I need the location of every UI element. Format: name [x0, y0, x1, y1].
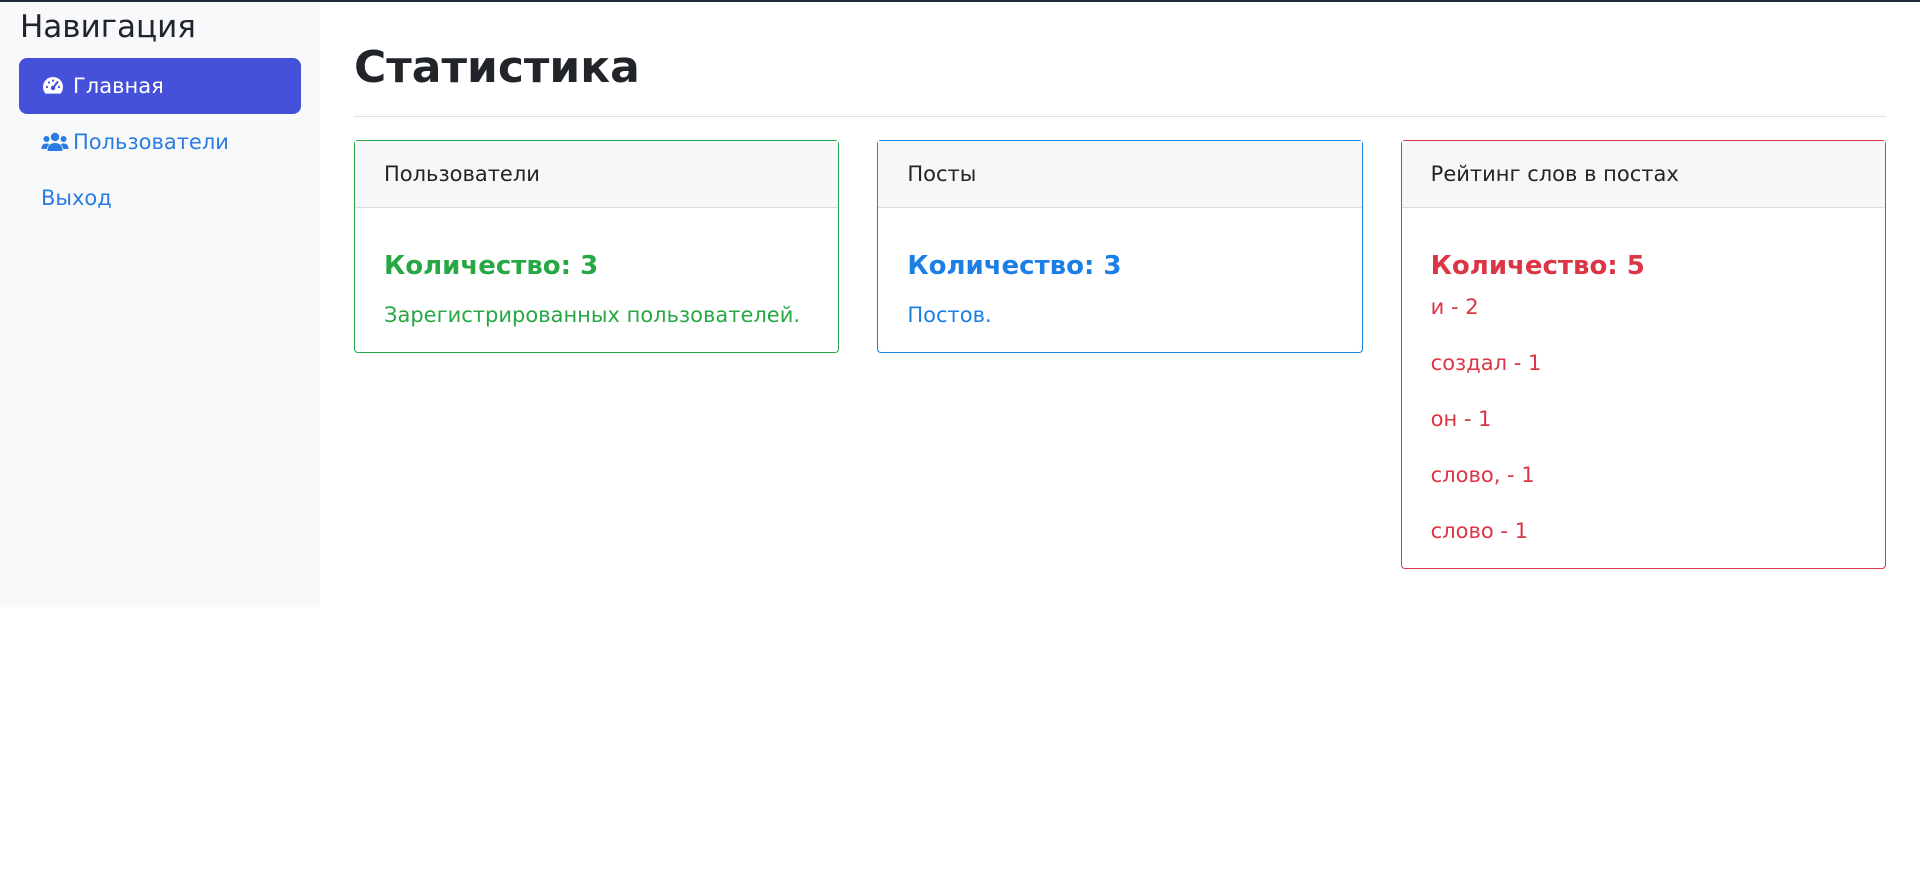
stat-cards: Пользователи Количество: 3 Зарегистриров… [354, 140, 1886, 569]
sidebar-item-home[interactable]: Главная [19, 58, 301, 114]
users-card: Пользователи Количество: 3 Зарегистриров… [354, 140, 840, 353]
divider [354, 116, 1886, 117]
posts-count: Количество: 3 [907, 251, 1122, 281]
sidebar-title: Навигация [20, 9, 196, 45]
word-rating-item: создал - 1 [1430, 351, 1542, 375]
sidebar-item-label: Главная [73, 74, 164, 98]
word-rating-item: слово, - 1 [1430, 463, 1535, 487]
card-header: Посты [878, 141, 1362, 208]
word-rating-item: и - 2 [1430, 295, 1479, 319]
posts-description: Постов. [907, 303, 992, 327]
posts-card: Посты Количество: 3 Постов. [877, 140, 1363, 353]
dashboard-icon [41, 75, 69, 97]
card-body: Количество: 5 и - 2 создал - 1 он - 1 сл… [1402, 208, 1885, 568]
sidebar-item-label: Пользователи [73, 130, 229, 154]
sidebar-item-logout[interactable]: Выход [19, 170, 301, 226]
card-body: Количество: 3 Постов. [878, 208, 1361, 352]
users-description: Зарегистрированных пользователей. [384, 303, 801, 327]
word-rating-item: слово - 1 [1430, 519, 1528, 543]
main-content: Статистика Пользователи Количество: 3 За… [354, 2, 1886, 569]
sidebar-item-label: Выход [41, 186, 112, 210]
users-icon [41, 132, 69, 152]
card-header: Рейтинг слов в постах [1401, 141, 1885, 208]
sidebar-item-users[interactable]: Пользователи [19, 114, 301, 170]
word-rating-item: он - 1 [1430, 407, 1492, 431]
words-count: Количество: 5 [1430, 251, 1645, 281]
users-count: Количество: 3 [384, 251, 599, 281]
card-header: Пользователи [355, 141, 839, 208]
card-body: Количество: 3 Зарегистрированных пользов… [355, 208, 838, 352]
sidebar: Навигация Главная Пользователи Выход [0, 2, 320, 607]
word-rating-card: Рейтинг слов в постах Количество: 5 и - … [1400, 140, 1886, 569]
page-title: Статистика [354, 42, 640, 93]
